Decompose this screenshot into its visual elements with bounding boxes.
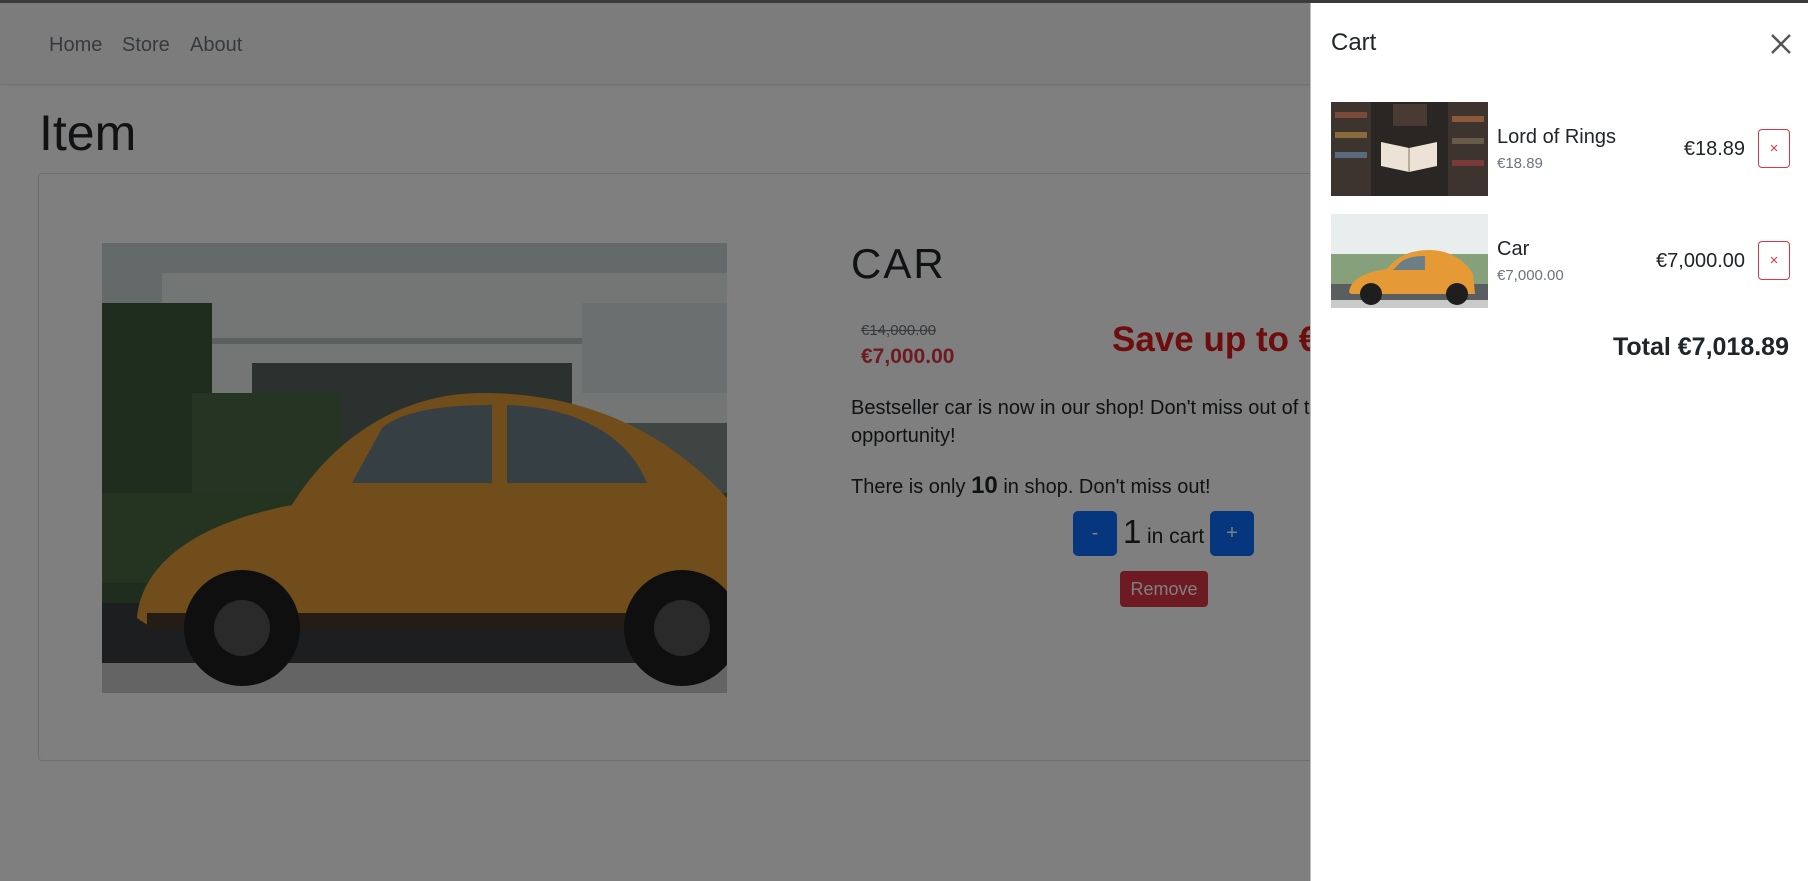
cart-item-unit-price: €18.89 [1497,155,1543,172]
cart-item: Lord of Rings €18.89 €18.89 × [1331,102,1791,196]
window-top-border [0,0,1808,3]
car-photo [1331,214,1488,308]
cart-title: Cart [1331,29,1377,56]
cart-item-unit-price: €7,000.00 [1497,267,1564,284]
cart-total: Total €7,018.89 [1612,333,1789,361]
offcanvas-backdrop[interactable] [0,0,1310,881]
close-icon[interactable] [1766,29,1796,59]
library-book-photo [1331,102,1488,196]
cart-item-price: €7,000.00 [1656,250,1745,272]
cart-item-price: €18.89 [1683,138,1745,160]
cart-panel: Cart Lord of Rings €18.89 €18.89 × Car €… [1310,3,1808,881]
cart-item-remove-button[interactable]: × [1758,129,1790,168]
cart-item: Car €7,000.00 €7,000.00 × [1331,214,1791,308]
cart-item-remove-button[interactable]: × [1758,241,1790,280]
cart-item-name: Lord of Rings [1497,126,1616,148]
cart-item-name: Car [1497,238,1530,260]
